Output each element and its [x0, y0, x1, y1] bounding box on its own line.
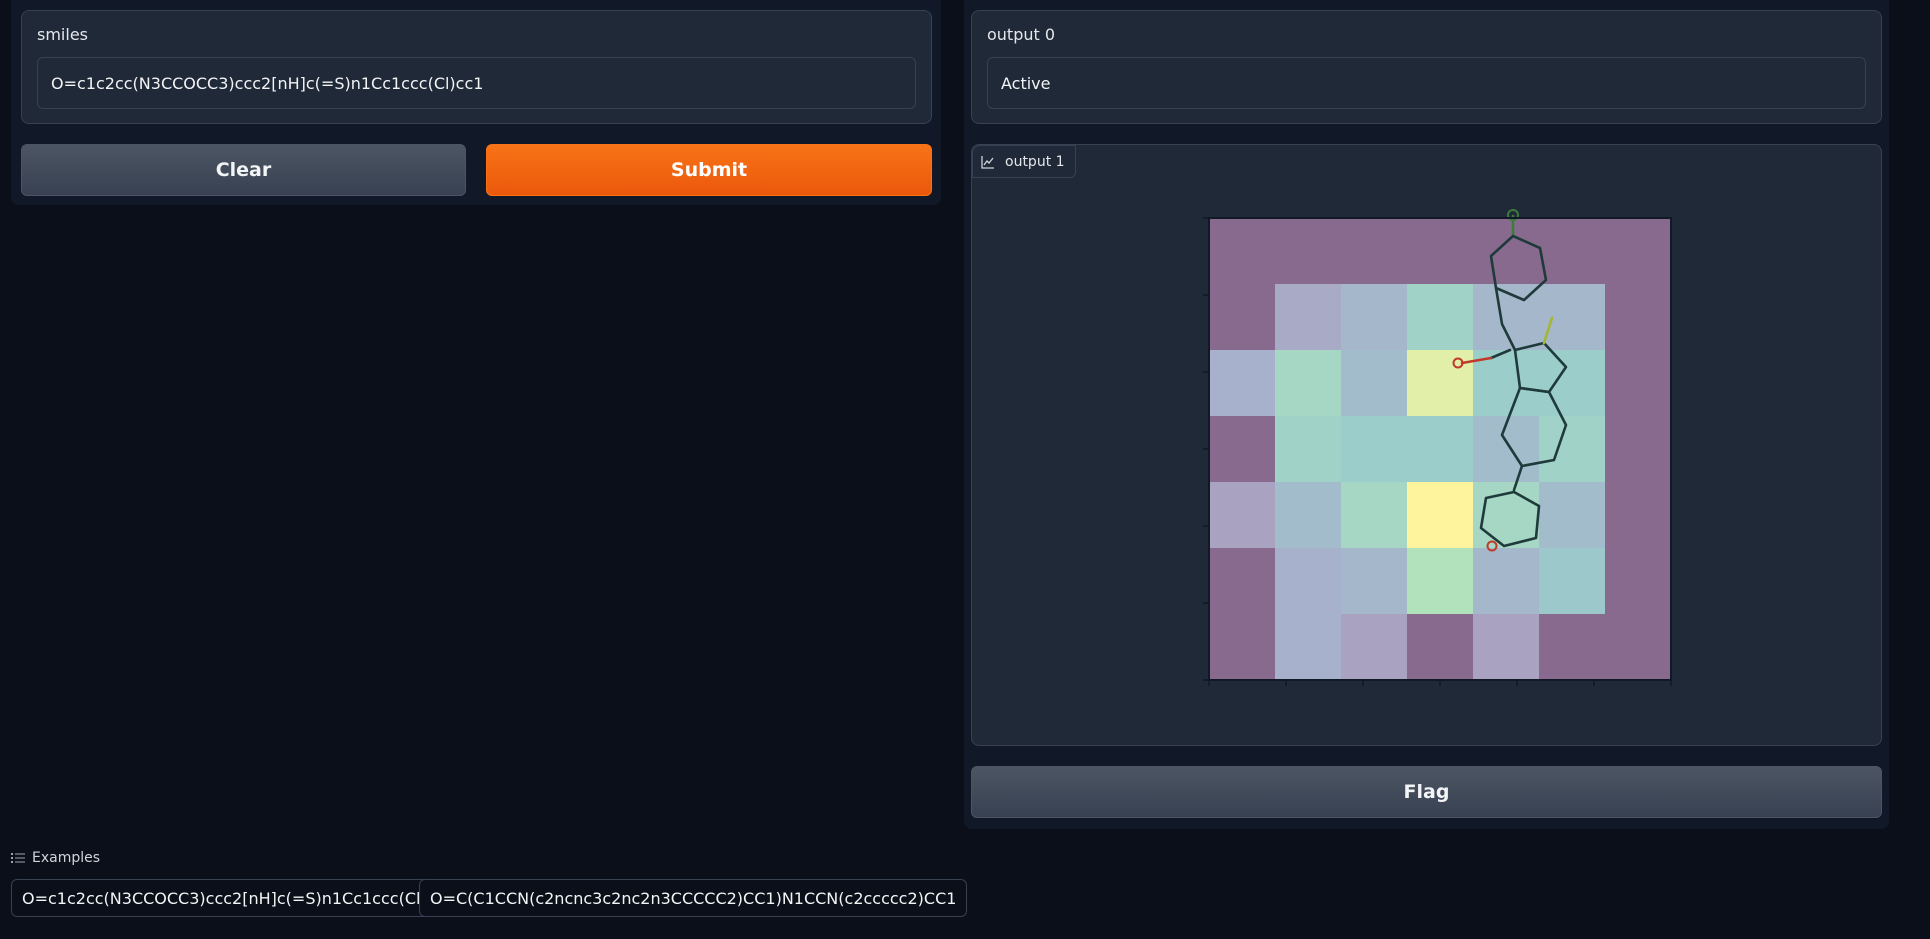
heatmap-cell [1539, 218, 1606, 285]
output0-block: output 0 Active [971, 10, 1882, 124]
heatmap-cell [1605, 284, 1672, 351]
y-tick-label: 0 [1188, 671, 1199, 691]
heatmap-cell [1605, 482, 1672, 549]
heatmap-cell [1209, 482, 1276, 549]
heatmap-cell [1539, 284, 1606, 351]
examples-label: Examples [32, 850, 101, 866]
heatmap-cell [1407, 416, 1474, 483]
y-tick-label: 50 [1177, 594, 1199, 614]
heatmap-cell [1539, 416, 1606, 483]
x-tick-label: 300 [1655, 690, 1687, 710]
heatmap-cell [1275, 614, 1342, 681]
output0-label: output 0 [987, 25, 1056, 44]
heatmap-cell [1209, 284, 1276, 351]
output1-plot-block: output 1 0 50 100 150 200 250 300 0 50 1… [971, 144, 1882, 746]
x-tick-label: 100 [1347, 690, 1379, 710]
heatmap-cell [1341, 548, 1408, 615]
x-tick-label: 200 [1501, 690, 1533, 710]
heatmap-cell [1473, 218, 1540, 285]
examples-header: Examples [11, 850, 100, 866]
heatmap-cell [1605, 416, 1672, 483]
heatmap-cell [1605, 548, 1672, 615]
smiles-input[interactable]: O=c1c2cc(N3CCOCC3)ccc2[nH]c(=S)n1Cc1ccc(… [37, 57, 916, 109]
x-tick-label: 50 [1275, 690, 1297, 710]
x-tick-label: 250 [1578, 690, 1610, 710]
heatmap-cell [1275, 218, 1342, 285]
y-tick-label: 200 [1167, 363, 1199, 383]
heatmap-cell [1275, 284, 1342, 351]
heatmap-cell [1209, 350, 1276, 417]
smiles-block: smiles O=c1c2cc(N3CCOCC3)ccc2[nH]c(=S)n1… [21, 10, 932, 124]
x-tick-label: 150 [1424, 690, 1456, 710]
heatmap-cell [1341, 416, 1408, 483]
heatmap-cell [1407, 284, 1474, 351]
flag-button[interactable]: Flag [971, 766, 1882, 818]
clear-button[interactable]: Clear [21, 144, 466, 196]
heatmap-cell [1473, 548, 1540, 615]
heatmap-cell [1341, 284, 1408, 351]
heatmap-cell [1209, 614, 1276, 681]
heatmap-cell [1539, 482, 1606, 549]
heatmap-cell [1341, 218, 1408, 285]
y-tick-label: 150 [1167, 440, 1199, 460]
heatmap-cell [1539, 614, 1606, 681]
example-item[interactable]: O=c1c2cc(N3CCOCC3)ccc2[nH]c(=S)n1Cc1ccc(… [11, 879, 466, 917]
heatmap-cell [1605, 218, 1672, 285]
heatmap-cell [1209, 548, 1276, 615]
heatmap-cell [1209, 218, 1276, 285]
heatmap-cell [1341, 614, 1408, 681]
y-tick-label: 100 [1167, 517, 1199, 537]
list-icon [11, 853, 25, 863]
heatmap-cell [1275, 350, 1342, 417]
y-tick-label: 250 [1167, 286, 1199, 306]
submit-button[interactable]: Submit [486, 144, 932, 196]
heatmap-cell [1275, 416, 1342, 483]
heatmap-cell [1341, 350, 1408, 417]
heatmap-cell [1407, 614, 1474, 681]
heatmap-plot: 0 50 100 150 200 250 300 0 50 100 150 200 250 300 [1167, 209, 1687, 710]
heatmap-cell [1341, 482, 1408, 549]
heatmap-cell [1407, 548, 1474, 615]
heatmap-cell [1407, 218, 1474, 285]
output0-value: Active [987, 57, 1866, 109]
heatmap-cell [1605, 350, 1672, 417]
heatmap-cell [1407, 482, 1474, 549]
heatmap-cell [1209, 416, 1276, 483]
example-item[interactable]: O=C(C1CCN(c2ncnc3c2nc2n3CCCCC2)CC1)N1CCN… [419, 879, 968, 917]
heatmap-cell [1473, 614, 1540, 681]
heatmap-cell [1539, 350, 1606, 417]
heatmap-cells [1209, 218, 1672, 681]
input-column: smiles O=c1c2cc(N3CCOCC3)ccc2[nH]c(=S)n1… [11, 0, 941, 205]
heatmap-cell [1275, 548, 1342, 615]
heatmap-cell [1539, 548, 1606, 615]
heatmap-cell [1407, 350, 1474, 417]
heatmap-cell [1275, 482, 1342, 549]
heatmap-cell [1605, 614, 1672, 681]
output-column: output 0 Active output 1 0 50 100 150 20… [964, 0, 1889, 829]
x-tick-label: 0 [1204, 690, 1215, 710]
y-tick-label: 300 [1167, 209, 1199, 229]
smiles-label: smiles [37, 25, 88, 44]
